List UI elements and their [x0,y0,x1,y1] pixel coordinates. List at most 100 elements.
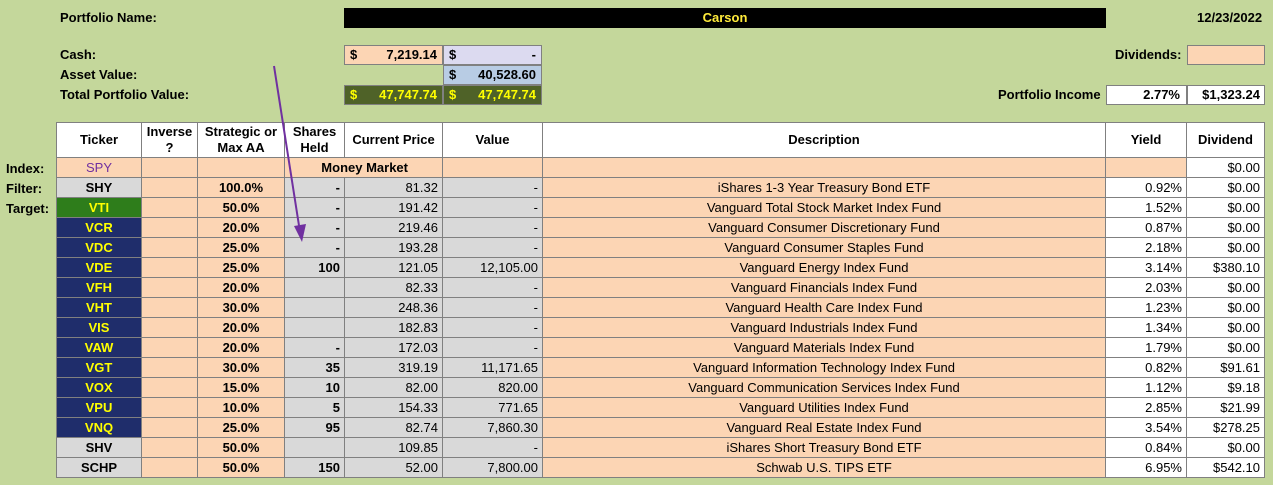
yield-cell[interactable]: 0.92% [1105,177,1187,198]
ticker-cell[interactable]: VHT [56,297,142,318]
current-price-cell[interactable]: 182.83 [344,317,443,338]
dividend-cell[interactable]: $91.61 [1186,357,1265,378]
value-cell[interactable]: - [442,237,543,258]
dividend-cell[interactable]: $0.00 [1186,277,1265,298]
shares-held-cell[interactable]: - [284,217,345,238]
shares-held-cell[interactable] [284,277,345,298]
yield-cell[interactable]: 3.14% [1105,257,1187,278]
portfolio-name-field[interactable]: Carson [344,8,1106,28]
inverse-cell[interactable] [141,277,198,298]
strategic-aa-cell[interactable]: 100.0% [197,177,285,198]
value-cell[interactable]: 820.00 [442,377,543,398]
current-price-cell[interactable]: 191.42 [344,197,443,218]
description-cell[interactable]: Vanguard Information Technology Index Fu… [542,357,1106,378]
dividend-cell[interactable]: $0.00 [1186,197,1265,218]
yield-cell[interactable]: 1.52% [1105,197,1187,218]
strategic-aa-cell[interactable]: 10.0% [197,397,285,418]
yield-cell[interactable]: 0.82% [1105,357,1187,378]
current-price-cell[interactable]: 82.00 [344,377,443,398]
current-price-cell[interactable]: 193.28 [344,237,443,258]
dividend-cell[interactable]: $0.00 [1186,177,1265,198]
col-price[interactable]: Current Price [344,122,443,158]
strategic-aa-cell[interactable]: 50.0% [197,197,285,218]
value-cell[interactable]: - [442,337,543,358]
shares-held-cell[interactable]: 35 [284,357,345,378]
shares-held-cell[interactable]: 95 [284,417,345,438]
shares-held-cell[interactable]: 100 [284,257,345,278]
ticker-cell[interactable]: VFH [56,277,142,298]
shares-held-cell[interactable]: - [284,177,345,198]
value-cell[interactable]: 11,171.65 [442,357,543,378]
col-dividend[interactable]: Dividend [1186,122,1265,158]
inverse-cell[interactable] [141,257,198,278]
description-cell[interactable]: Vanguard Financials Index Fund [542,277,1106,298]
inverse-cell[interactable] [141,197,198,218]
shares-held-cell[interactable]: 10 [284,377,345,398]
ticker-cell[interactable]: VGT [56,357,142,378]
yield-cell[interactable]: 6.95% [1105,457,1187,478]
portfolio-income-pct[interactable]: 2.77% [1106,85,1187,105]
current-price-cell[interactable]: 109.85 [344,437,443,458]
inverse-cell[interactable] [141,317,198,338]
shares-held-cell[interactable]: - [284,197,345,218]
inverse-cell[interactable] [141,217,198,238]
current-price-cell[interactable]: 82.74 [344,417,443,438]
col-shares[interactable]: Shares Held [284,122,345,158]
dividend-cell[interactable]: $0.00 [1186,317,1265,338]
yield-cell[interactable]: 2.85% [1105,397,1187,418]
dividend-cell[interactable]: $0.00 [1186,337,1265,358]
value-cell[interactable]: 12,105.00 [442,257,543,278]
inverse-cell[interactable] [141,457,198,478]
inverse-cell[interactable] [141,377,198,398]
yield-cell[interactable]: 1.23% [1105,297,1187,318]
index-dividend[interactable]: $0.00 [1186,157,1265,178]
description-cell[interactable]: Vanguard Communication Services Index Fu… [542,377,1106,398]
yield-cell[interactable]: 3.54% [1105,417,1187,438]
strategic-aa-cell[interactable]: 50.0% [197,457,285,478]
description-cell[interactable]: Vanguard Consumer Discretionary Fund [542,217,1106,238]
strategic-aa-cell[interactable]: 20.0% [197,317,285,338]
total-value-cell[interactable]: $ 47,747.74 [344,85,443,105]
inverse-cell[interactable] [141,357,198,378]
description-cell[interactable]: Schwab U.S. TIPS ETF [542,457,1106,478]
ticker-cell[interactable]: SCHP [56,457,142,478]
description-cell[interactable]: iShares Short Treasury Bond ETF [542,437,1106,458]
ticker-cell[interactable]: VIS [56,317,142,338]
total-value-secondary-cell[interactable]: $ 47,747.74 [443,85,542,105]
value-cell[interactable]: - [442,317,543,338]
description-cell[interactable]: Vanguard Total Stock Market Index Fund [542,197,1106,218]
current-price-cell[interactable]: 154.33 [344,397,443,418]
current-price-cell[interactable]: 219.46 [344,217,443,238]
strategic-aa-cell[interactable]: 50.0% [197,437,285,458]
strategic-aa-cell[interactable]: 25.0% [197,417,285,438]
yield-cell[interactable]: 0.87% [1105,217,1187,238]
yield-cell[interactable]: 2.18% [1105,237,1187,258]
cash-secondary-cell[interactable]: $ - [443,45,542,65]
current-price-cell[interactable]: 81.32 [344,177,443,198]
dividend-cell[interactable]: $21.99 [1186,397,1265,418]
inverse-cell[interactable] [141,437,198,458]
value-cell[interactable]: 7,800.00 [442,457,543,478]
current-price-cell[interactable]: 319.19 [344,357,443,378]
dividend-cell[interactable]: $380.10 [1186,257,1265,278]
inverse-cell[interactable] [141,177,198,198]
ticker-cell[interactable]: VPU [56,397,142,418]
inverse-cell[interactable] [141,397,198,418]
index-value[interactable] [442,157,543,178]
current-price-cell[interactable]: 248.36 [344,297,443,318]
strategic-aa-cell[interactable]: 25.0% [197,257,285,278]
ticker-cell[interactable]: VOX [56,377,142,398]
yield-cell[interactable]: 1.12% [1105,377,1187,398]
index-inverse[interactable] [141,157,198,178]
strategic-aa-cell[interactable]: 30.0% [197,297,285,318]
dividend-cell[interactable]: $0.00 [1186,237,1265,258]
dividend-cell[interactable]: $542.10 [1186,457,1265,478]
description-cell[interactable]: Vanguard Industrials Index Fund [542,317,1106,338]
inverse-cell[interactable] [141,297,198,318]
ticker-cell[interactable]: VNQ [56,417,142,438]
yield-cell[interactable]: 0.84% [1105,437,1187,458]
description-cell[interactable]: Vanguard Health Care Index Fund [542,297,1106,318]
shares-held-cell[interactable]: 5 [284,397,345,418]
current-price-cell[interactable]: 121.05 [344,257,443,278]
ticker-cell[interactable]: VCR [56,217,142,238]
